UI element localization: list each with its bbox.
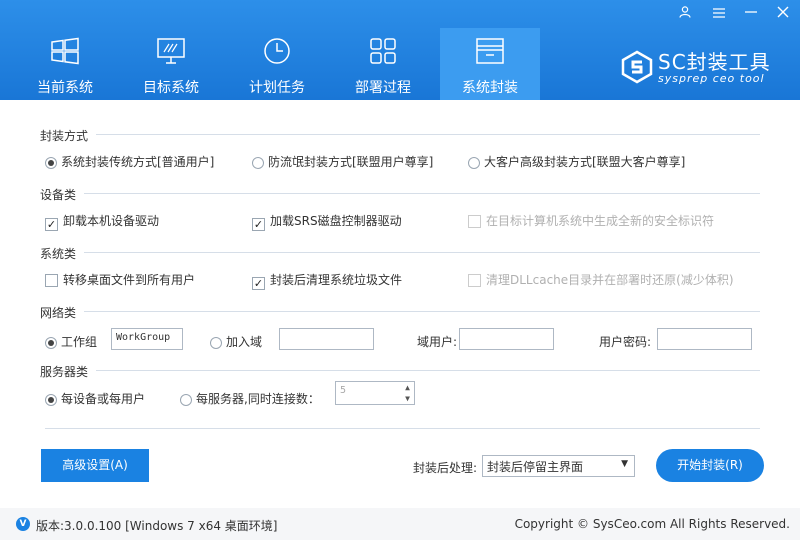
tab-label: 部署过程 [355,80,411,96]
domain-user-label: 域用户: [417,335,458,349]
per-device-radio[interactable]: 每设备或每用户 [45,390,145,407]
chevron-down-icon: ▼ [621,459,628,469]
workgroup-radio[interactable]: 工作组 [45,333,97,350]
copyright-text: Copyright © SysCeo.com All Rights Reserv… [514,517,790,531]
status-bar: V 版本:3.0.0.100 [Windows 7 x64 桌面环境] Copy… [0,508,800,540]
connections-stepper[interactable]: 5 ▲ ▼ [335,381,415,405]
header-bar: 当前系统 目标系统 计划任务 部署过程 系统封装 SC封装工具 sysprep … [0,0,800,100]
advanced-settings-button[interactable]: 高级设置(A) [41,449,149,482]
user-icon[interactable] [674,6,696,24]
move-desktop-files-checkbox[interactable]: 转移桌面文件到所有用户 [45,271,195,288]
tab-label: 系统封装 [462,80,518,96]
post-process-select[interactable]: 封装后停留主界面 ▼ [482,455,635,477]
brand-subtitle: sysprep ceo tool [658,72,765,85]
tab-target-system[interactable]: 目标系统 [121,28,221,100]
sc-logo-icon [621,50,653,84]
clean-dllcache-checkbox[interactable]: 清理DLLcache目录并在部署时还原(减少体积) [468,271,734,288]
new-sid-checkbox[interactable]: 在目标计算机系统中生成全新的安全标识符 [468,212,714,229]
package-icon [476,38,504,64]
per-server-radio[interactable]: 每服务器,同时连接数： [180,390,320,407]
tab-label: 当前系统 [37,80,93,96]
tab-current-system[interactable]: 当前系统 [15,28,115,100]
section-network-title: 网络类 [40,306,77,320]
uninstall-drivers-checkbox[interactable]: ✓ 卸载本机设备驱动 [45,212,159,231]
divider [96,134,760,135]
post-process-label: 封装后处理: [413,461,478,475]
divider [84,311,760,312]
brand-title: SC封装工具 [658,50,771,74]
post-process-value: 封装后停留主界面 [487,460,584,474]
brand-logo: SC封装工具 sysprep ceo tool [620,46,790,90]
tab-scheduled-tasks[interactable]: 计划任务 [227,28,327,100]
load-srs-driver-checkbox[interactable]: ✓ 加载SRS磁盘控制器驱动 [252,212,402,231]
divider [45,428,760,429]
tab-deploy-process[interactable]: 部署过程 [333,28,433,100]
connections-value: 5 [340,385,347,396]
method-traditional-radio[interactable]: 系统封装传统方式[普通用户] [45,153,214,170]
password-label: 用户密码: [599,335,652,349]
section-server-title: 服务器类 [40,365,89,379]
tab-label: 目标系统 [143,80,199,96]
monitor-icon [157,38,185,64]
close-icon[interactable] [772,6,794,24]
divider [84,252,760,253]
tab-system-package[interactable]: 系统封装 [440,28,540,100]
method-enterprise-radio[interactable]: 大客户高级封装方式[联盟大客户尊享] [468,153,685,170]
domain-user-input[interactable] [459,328,554,350]
section-method-title: 封装方式 [40,129,89,143]
version-text: 版本:3.0.0.100 [Windows 7 x64 桌面环境] [36,519,278,533]
section-system-title: 系统类 [40,247,77,261]
tab-label: 计划任务 [249,80,305,96]
version-icon: V [16,517,30,531]
clock-icon [264,38,290,64]
divider [84,193,760,194]
clean-junk-checkbox[interactable]: ✓ 封装后清理系统垃圾文件 [252,271,402,290]
windows-icon [51,37,79,65]
grid-icon [370,38,396,64]
stepper-arrows-icon[interactable]: ▲ ▼ [405,382,410,404]
divider [96,370,760,371]
menu-icon[interactable] [708,6,730,24]
password-input[interactable] [657,328,752,350]
domain-input[interactable] [279,328,374,350]
minimize-icon[interactable] [740,6,762,24]
section-device-title: 设备类 [40,188,77,202]
workgroup-input[interactable]: WorkGroup [111,328,183,350]
join-domain-radio[interactable]: 加入域 [210,333,262,350]
start-package-button[interactable]: 开始封装(R) [656,449,764,482]
method-anti-rogue-radio[interactable]: 防流氓封装方式[联盟用户尊享] [252,153,433,170]
